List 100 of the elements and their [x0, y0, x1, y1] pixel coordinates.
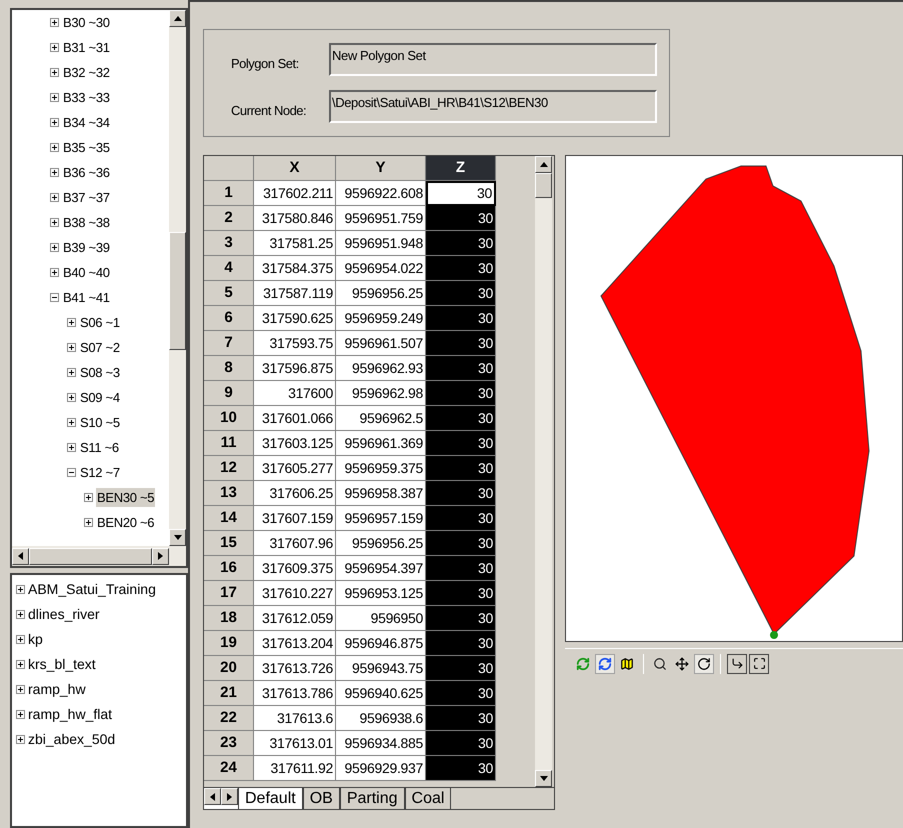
expand-icon[interactable]	[50, 143, 59, 152]
text-field[interactable]: \Deposit\Satui\ABI_HR\B41\S12\BEN30	[329, 90, 657, 123]
tree-item[interactable]: B32 ~32	[62, 62, 111, 82]
expand-icon[interactable]	[50, 218, 59, 227]
table-cell: 317587.119	[254, 281, 336, 306]
table-cell: 317607.159	[254, 506, 336, 531]
expand-icon[interactable]	[50, 43, 59, 52]
scroll-arrow-button[interactable]	[152, 548, 169, 564]
axes-icon[interactable]	[727, 654, 747, 674]
scroll-arrow-button[interactable]	[221, 788, 238, 805]
layer-item[interactable]: krs_bl_text	[28, 654, 96, 675]
scroll-arrow-button[interactable]	[169, 529, 186, 546]
expand-icon[interactable]	[50, 18, 59, 27]
layer-item[interactable]: kp	[28, 629, 43, 650]
sheet-tab[interactable]: Default	[238, 788, 303, 809]
sheet-tab[interactable]: Coal	[404, 788, 452, 809]
sheet-tab[interactable]: OB	[302, 788, 340, 809]
table-cell: 30	[426, 381, 496, 406]
table-cell: 30	[426, 256, 496, 281]
table-cell: 30	[426, 756, 496, 781]
tree-item[interactable]: S12 ~7	[79, 462, 121, 482]
collapse-icon[interactable]	[67, 468, 76, 477]
scroll-thumb[interactable]	[535, 173, 552, 198]
tree-item[interactable]: B39 ~39	[62, 238, 111, 258]
tree-item[interactable]: S08 ~3	[79, 362, 121, 382]
refresh-icon[interactable]	[595, 654, 615, 674]
scroll-thumb[interactable]	[169, 232, 186, 350]
table-cell: 30	[426, 431, 496, 456]
tree-item[interactable]: S06 ~1	[79, 312, 121, 332]
expand-icon[interactable]	[67, 368, 76, 377]
collapse-icon[interactable]	[50, 293, 59, 302]
tree-item[interactable]: S11 ~6	[79, 438, 120, 458]
column-header[interactable]: Z	[426, 156, 496, 181]
layer-item[interactable]: ABM_Satui_Training	[28, 579, 156, 600]
tree-item[interactable]: B41 ~41	[62, 288, 111, 308]
expand-icon[interactable]	[67, 443, 76, 452]
scroll-thumb[interactable]	[29, 548, 152, 564]
table-cell: 9596958.387	[336, 481, 426, 506]
expand-icon[interactable]	[16, 610, 25, 619]
table-cell: 9596962.93	[336, 356, 426, 381]
tree-item[interactable]: B38 ~38	[62, 212, 111, 232]
expand-icon[interactable]	[67, 343, 76, 352]
scroll-arrow-button[interactable]	[169, 10, 186, 27]
tree-item[interactable]: BEN30 ~5	[96, 488, 156, 508]
expand-icon[interactable]	[16, 585, 25, 594]
table-cell: 317596.875	[254, 356, 336, 381]
table-cell: 317601.066	[254, 406, 336, 431]
scroll-arrow-button[interactable]	[535, 770, 552, 787]
expand-icon[interactable]	[50, 68, 59, 77]
rotate-icon[interactable]	[694, 654, 714, 674]
expand-icon[interactable]	[16, 685, 25, 694]
layer-item[interactable]: zbi_abex_50d	[28, 729, 116, 750]
layer-item[interactable]: ramp_hw	[28, 679, 86, 700]
tree-item[interactable]: B40 ~40	[62, 262, 111, 282]
scroll-arrow-button[interactable]	[204, 788, 221, 805]
table-cell: 9596953.125	[336, 581, 426, 606]
tree-item[interactable]: B33 ~33	[62, 88, 111, 108]
table-cell: 9596959.249	[336, 306, 426, 331]
expand-icon[interactable]	[67, 318, 76, 327]
text-field[interactable]: New Polygon Set	[329, 43, 657, 76]
expand-icon[interactable]	[67, 418, 76, 427]
table-cell: 317580.846	[254, 206, 336, 231]
expand-icon[interactable]	[50, 193, 59, 202]
table-cell: 317593.75	[254, 331, 336, 356]
tree-item[interactable]: B31 ~31	[62, 38, 111, 58]
tree-item[interactable]: S09 ~4	[79, 388, 121, 408]
layer-item[interactable]: dlines_river	[28, 604, 100, 625]
table-cell: 30	[426, 206, 496, 231]
expand-icon[interactable]	[16, 710, 25, 719]
expand-icon[interactable]	[16, 635, 25, 644]
expand-icon[interactable]	[50, 93, 59, 102]
table-cell: 9596961.507	[336, 331, 426, 356]
table-cell: 317613.726	[254, 656, 336, 681]
tree-item[interactable]: B37 ~37	[62, 188, 111, 208]
sheet-tab[interactable]: Parting	[340, 788, 405, 809]
expand-icon[interactable]	[50, 168, 59, 177]
table-cell: 30	[426, 281, 496, 306]
expand-icon[interactable]	[16, 735, 25, 744]
expand-icon[interactable]	[84, 518, 93, 527]
table-cell: 9596950	[336, 606, 426, 631]
tree-item[interactable]: B36 ~36	[62, 162, 111, 182]
tree-item[interactable]: BEN20 ~6	[96, 512, 156, 532]
expand-icon[interactable]	[67, 393, 76, 402]
fit-icon[interactable]	[749, 654, 769, 674]
tree-item[interactable]: S10 ~5	[79, 412, 121, 432]
table-cell: 9596961.369	[336, 431, 426, 456]
table-cell: 9596938.6	[336, 706, 426, 731]
scroll-arrow-button[interactable]	[12, 548, 29, 564]
table-cell: 30	[426, 406, 496, 431]
tree-item[interactable]: S07 ~2	[79, 338, 121, 358]
tree-item[interactable]: B34 ~34	[62, 112, 111, 132]
expand-icon[interactable]	[50, 268, 59, 277]
expand-icon[interactable]	[50, 243, 59, 252]
tree-item[interactable]: B30 ~30	[62, 12, 111, 32]
scroll-arrow-button[interactable]	[535, 156, 552, 173]
expand-icon[interactable]	[16, 660, 25, 669]
expand-icon[interactable]	[84, 493, 93, 502]
expand-icon[interactable]	[50, 118, 59, 127]
layer-item[interactable]: ramp_hw_flat	[28, 704, 112, 725]
tree-item[interactable]: B35 ~35	[62, 138, 111, 158]
